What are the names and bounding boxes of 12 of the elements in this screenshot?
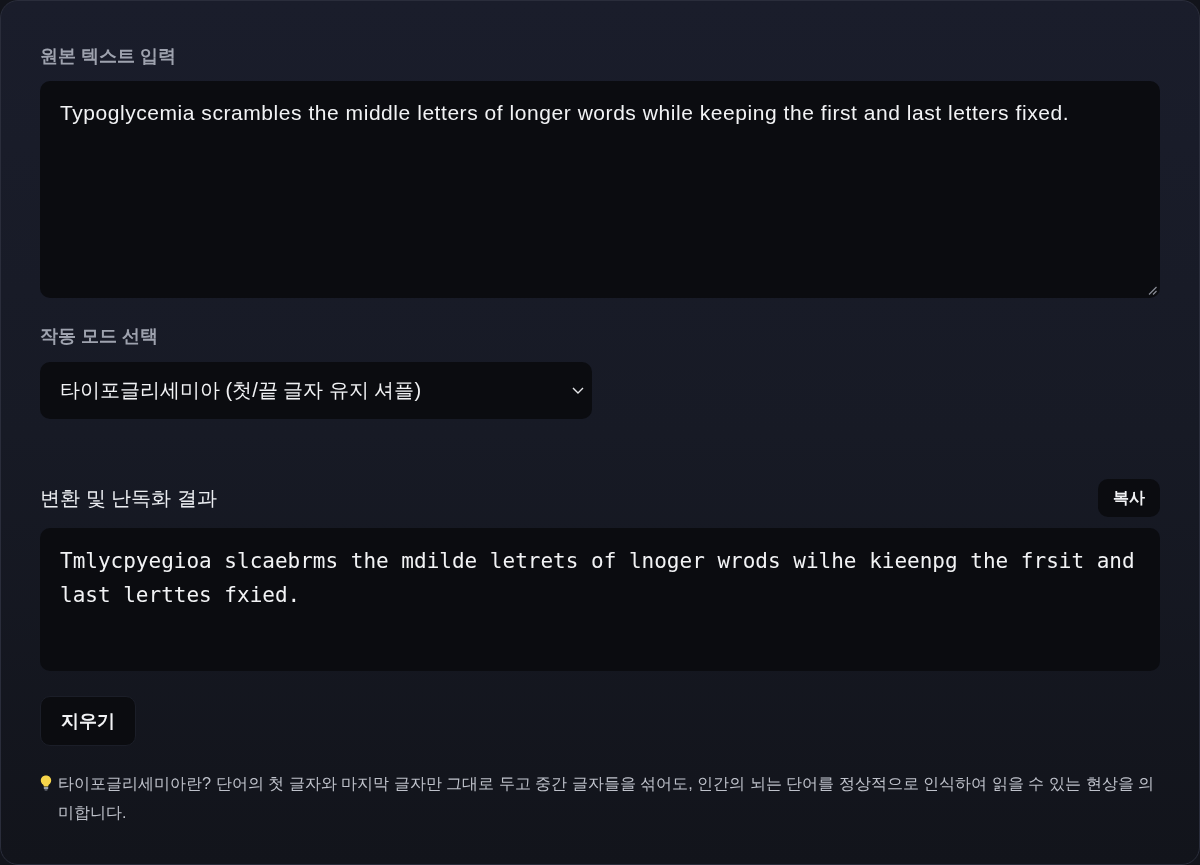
chevron-down-icon: [572, 387, 584, 394]
info-note: 타이포글리세미아란? 단어의 첫 글자와 마지막 글자만 그대로 두고 중간 글자들을 섞어도, 인간의 뇌는 단어를 정상적으로 인식하여 읽을 수 있는 현상을 의미합니다.: [58, 773, 1156, 823]
copy-button[interactable]: 복사: [1098, 479, 1160, 517]
mode-select[interactable]: 타이포글리세미아 (첫/끝 글자 유지 셔플): [40, 362, 592, 419]
lightbulb-icon: [40, 775, 52, 791]
clear-button[interactable]: 지우기: [40, 696, 136, 746]
field-label: 원본 텍스트 입력: [40, 45, 177, 68]
resize-grip-icon[interactable]: [1148, 286, 1157, 295]
result-title: 변환 및 난독화 결과: [40, 485, 217, 511]
field-label: 작동 모드 선택: [40, 325, 159, 348]
result-output: Tmlycpyegioa slcaebrms the mdilde letrets of lnoger wrods wilhe kieenpg the frsit and last lerttes fxied.: [40, 528, 1160, 671]
text-input-field[interactable]: Typoglycemia scrambles the middle letters of longer words while keeping the first and last letters fixed.: [40, 81, 1160, 298]
